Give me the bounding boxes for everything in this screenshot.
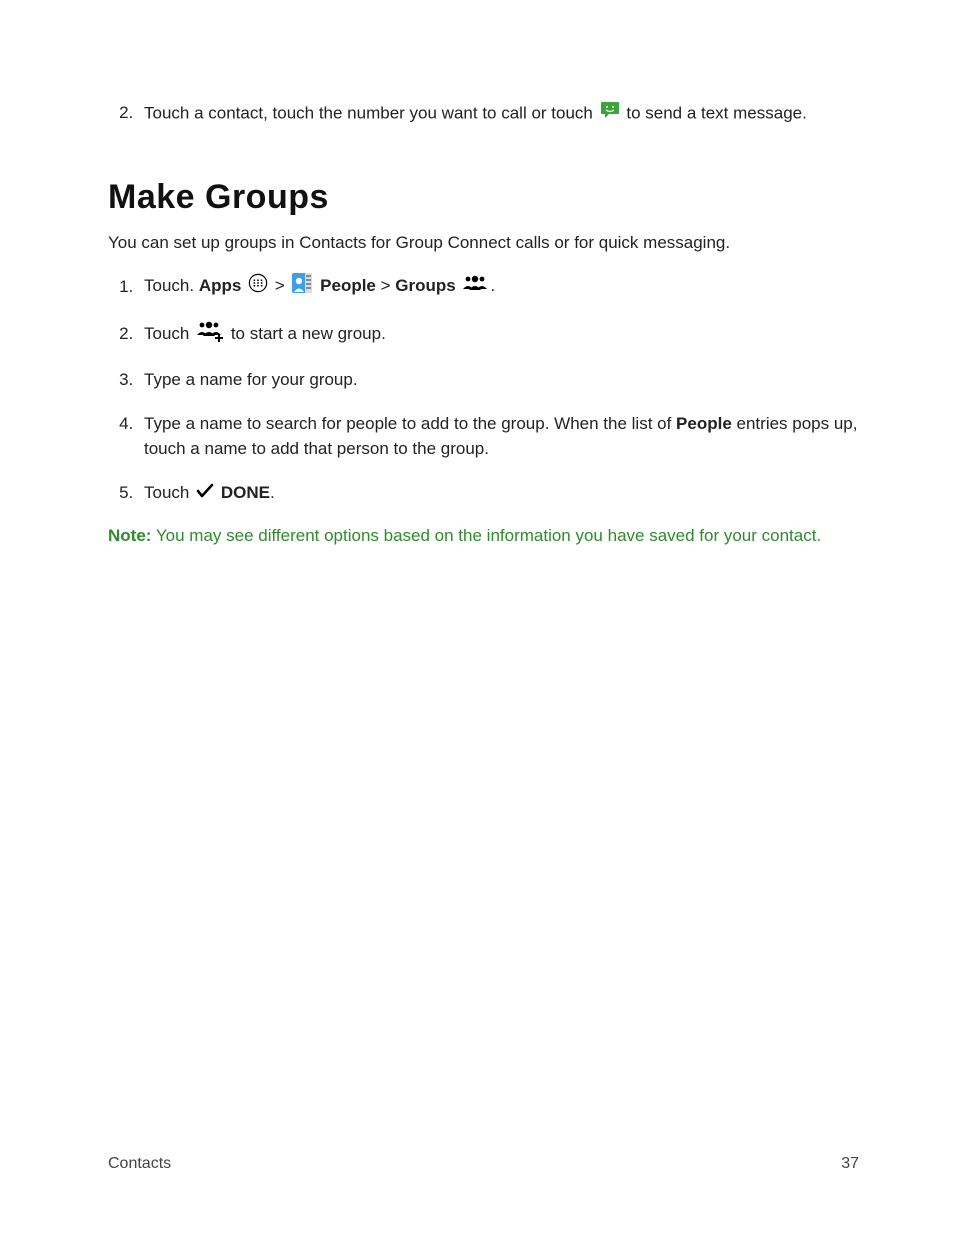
people-label: People [676,414,732,433]
step-text: . [270,483,275,502]
list-item: Type a name for your group. [138,367,859,393]
list-item: Touch to start a new group. [138,320,859,350]
step-text: Type a name for your group. [144,370,358,389]
add-group-icon [196,320,224,350]
step-text: Type a name to search for people to add … [144,414,676,433]
apps-grid-icon [248,273,268,301]
people-label: People [315,277,375,296]
step-text: to start a new group. [231,324,386,343]
list-item: Touch. Apps > [138,272,859,302]
message-icon [600,100,620,128]
section-heading: Make Groups [108,178,859,217]
step-text: . [490,277,495,296]
note-paragraph: Note: You may see different options base… [108,524,859,548]
checkmark-icon [196,481,214,507]
list-item: Type a name to search for people to add … [138,411,859,462]
footer-page-number: 37 [841,1155,859,1173]
separator: > [376,277,395,296]
steps-list: Touch. Apps > [108,272,859,506]
groups-label: Groups [395,277,455,296]
page-footer: Contacts 37 [108,1155,859,1173]
note-text: You may see different options based on t… [151,526,821,545]
step-text: Touch. [144,277,199,296]
separator: > [270,277,289,296]
step-text: to send a text message. [626,103,807,122]
step-text: Touch [144,483,194,502]
list-item: Touch DONE. [138,480,859,506]
note-label: Note: [108,526,151,545]
done-label: DONE [216,483,270,502]
footer-section-name: Contacts [108,1155,171,1173]
step-text: Touch a contact, touch the number you wa… [144,103,598,122]
people-app-icon [291,272,313,302]
apps-label: Apps [199,277,242,296]
continued-step-list: Touch a contact, touch the number you wa… [108,100,859,128]
step-text: Touch [144,324,194,343]
page: Touch a contact, touch the number you wa… [0,0,954,1235]
groups-icon [462,274,488,300]
list-item: Touch a contact, touch the number you wa… [138,100,859,128]
intro-paragraph: You can set up groups in Contacts for Gr… [108,231,859,255]
